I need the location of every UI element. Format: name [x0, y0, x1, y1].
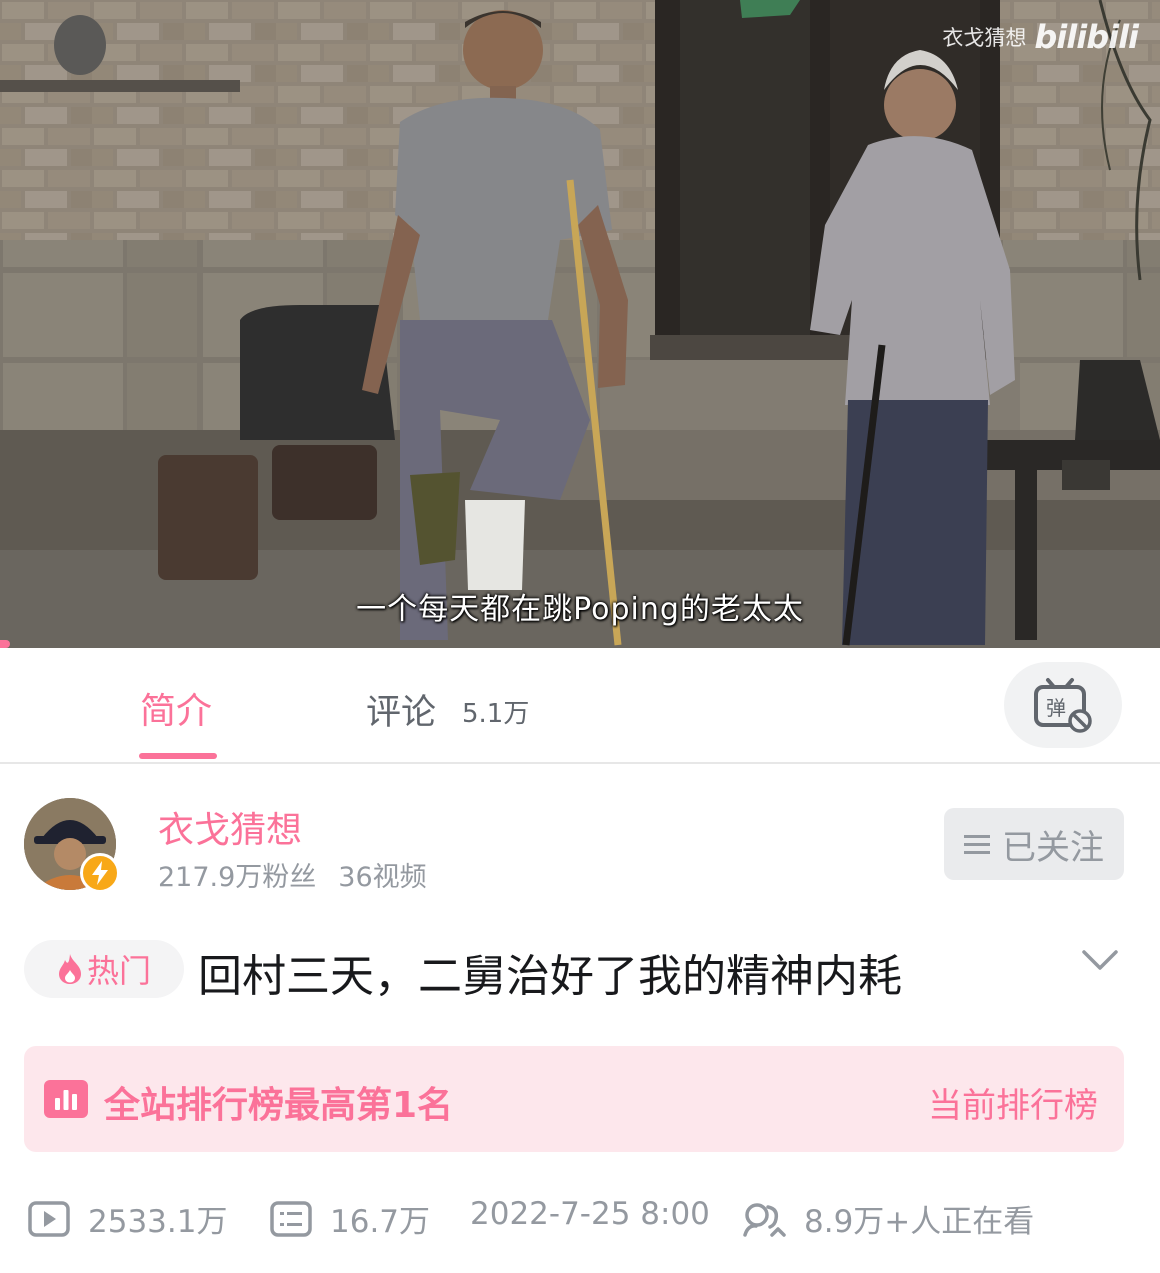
publish-date-value: 2022-7-25 8:00: [470, 1196, 710, 1232]
chevron-down-icon: [1082, 950, 1118, 970]
verified-badge: [80, 853, 120, 893]
menu-icon: [964, 835, 990, 854]
bar-chart-icon: [44, 1080, 88, 1118]
hot-tag-label: 热门: [86, 952, 151, 990]
watching-now-value: 8.9万+人正在看: [804, 1204, 1035, 1240]
uploader-name[interactable]: 衣戈猜想: [158, 801, 302, 853]
expand-button[interactable]: [1082, 948, 1118, 976]
bilibili-logo: bilibili: [1034, 18, 1139, 56]
uploader-stats: 217.9万粉丝 36视频: [158, 855, 427, 894]
comment-count[interactable]: 5.1万: [462, 693, 529, 730]
ranking-banner[interactable]: 全站排行榜最高第1名 当前排行榜: [24, 1046, 1124, 1152]
ranking-text: 全站排行榜最高第1名: [104, 1085, 454, 1126]
follow-label: 已关注: [1002, 827, 1104, 868]
fans-count: 217.9万粉丝: [158, 862, 317, 893]
current-ranking-link[interactable]: 当前排行榜: [928, 1078, 1098, 1127]
danmaku-list-icon: [270, 1200, 312, 1237]
tab-active-indicator: [139, 753, 217, 759]
lightning-icon: [92, 861, 108, 885]
people-icon: [743, 1202, 786, 1237]
publish-date: 2022-7-25 8:00: [470, 1196, 710, 1232]
danmaku-count-value: 16.7万: [330, 1204, 431, 1240]
video-title: 回村三天，二舅治好了我的精神内耗: [198, 951, 902, 1002]
tab-bar: 简介 评论 5.1万 弹: [0, 648, 1160, 762]
follow-button[interactable]: 已关注: [944, 808, 1124, 880]
tab-divider: [0, 762, 1160, 764]
tab-comments[interactable]: 评论: [366, 684, 436, 735]
video-subtitle: 一个每天都在跳Poping的老太太: [356, 592, 804, 627]
video-count: 36视频: [338, 862, 427, 893]
progress-indicator[interactable]: [0, 640, 10, 648]
danmaku-toggle-button[interactable]: 弹: [1004, 662, 1122, 748]
flame-icon: [58, 954, 81, 984]
hot-tag[interactable]: 热门: [24, 940, 184, 998]
svg-text:弹: 弹: [1046, 696, 1066, 720]
play-count: 2533.1万: [28, 1196, 227, 1241]
watching-now: 8.9万+人正在看: [742, 1196, 1034, 1241]
watermark-author: 衣戈猜想: [942, 26, 1027, 50]
danmaku-icon: 弹: [1034, 678, 1092, 733]
danmaku-count: 16.7万: [270, 1196, 430, 1241]
video-player[interactable]: 衣戈猜想 bilibili 一个每天都在跳Poping的老太太: [0, 0, 1160, 648]
tab-intro[interactable]: 简介: [140, 682, 212, 734]
play-count-value: 2533.1万: [88, 1204, 228, 1240]
video-frame: [0, 0, 1160, 648]
play-icon: [28, 1200, 70, 1237]
watermark: 衣戈猜想 bilibili: [942, 18, 1139, 56]
